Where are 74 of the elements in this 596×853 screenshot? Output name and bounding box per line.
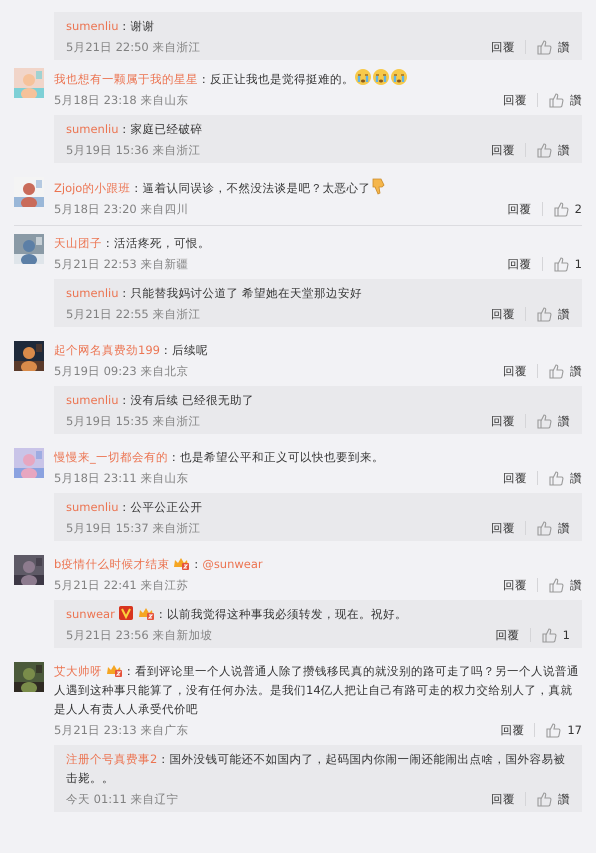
reply-button[interactable]: 回覆 [491, 789, 515, 809]
thumbs-up-icon [548, 92, 564, 108]
reply-button[interactable]: 回覆 [503, 468, 527, 488]
like-button[interactable]: 讚 [536, 140, 570, 160]
reply-button[interactable]: 回覆 [491, 37, 515, 57]
like-button[interactable]: 讚 [536, 518, 570, 538]
thumbs-up-icon [548, 363, 564, 379]
comment-text: 起个网名真费劲199：后续呢 [54, 342, 209, 359]
timestamp: 5月18日 23:18 来自山东 [54, 92, 188, 109]
timestamp: 5月19日 15:36 来自浙江 [66, 142, 200, 159]
timestamp: 5月21日 23:56 来自新加坡 [66, 627, 212, 644]
timestamp: 5月18日 23:11 来自山东 [54, 470, 188, 487]
thumbs-up-icon [536, 306, 552, 322]
like-button[interactable]: 讚 [548, 90, 582, 110]
like-button[interactable]: 讚 [536, 411, 570, 431]
like-button[interactable]: 1 [540, 625, 570, 645]
comment-text: Zjojo的小跟班：逼着认同误诊，不然没法谈是吧？太恶心了 [54, 177, 582, 198]
like-button[interactable]: 1 [552, 254, 582, 274]
comment-text: sumenliu：谢谢 [66, 18, 156, 35]
comment-text: 天山团子：活活疼死，可恨。 [54, 235, 211, 252]
comment-text: 慢慢来_一切都会有的：也是希望公平和正义可以快也要到来。 [54, 449, 385, 466]
timestamp: 5月19日 15:35 来自浙江 [66, 413, 200, 430]
like-button[interactable]: 讚 [548, 468, 582, 488]
like-button[interactable]: 讚 [536, 304, 570, 324]
timestamp: 今天 01:11 来自辽宁 [66, 791, 178, 808]
timestamp: 5月18日 23:20 来自四川 [54, 201, 188, 218]
like-button[interactable]: 讚 [548, 575, 582, 595]
crying-emoji-icon [390, 68, 408, 86]
comment-text: 注册个号真费事2：国外没钱可能还不如国内了，起码国内你闹一闹还能闹出点啥，国外容易被击毙。。 [66, 751, 566, 787]
thumbs-up-icon [540, 627, 557, 643]
thumbs-up-icon [552, 201, 569, 217]
reply-button[interactable]: 回覆 [508, 254, 532, 274]
thumbs-up-icon [536, 142, 552, 158]
thumbs-up-icon [545, 722, 562, 738]
reply-button[interactable]: 回覆 [491, 304, 515, 324]
comment-text: 艾大帅呀 ：看到评论里一个人说普通人除了攒钱移民真的就没别的路可走了吗？另一个人说普通人遇到这种事只能算了，没有任何办法。是我们14亿人把让自己有路可走的权力交给别人了，真就是人人有责人人承受代价吧 [54, 662, 580, 718]
thumbs-up-icon [536, 791, 552, 807]
comment-text: sumenliu：公平公正公开 [66, 499, 204, 516]
timestamp: 5月19日 15:37 来自浙江 [66, 520, 200, 537]
crying-emoji-icon [354, 68, 372, 86]
reply-button[interactable]: 回覆 [508, 199, 532, 219]
timestamp: 5月21日 22:50 来自浙江 [66, 39, 200, 56]
like-button[interactable]: 2 [552, 199, 582, 219]
comment-text: sunwear ：以前我觉得这种事我必须转发，现在。祝好。 [66, 605, 408, 623]
timestamp: 5月21日 22:41 来自江苏 [54, 577, 188, 594]
thumbs-up-icon [536, 520, 552, 536]
like-button[interactable]: 讚 [536, 789, 570, 809]
crying-emoji-icon [372, 68, 390, 86]
reply-button[interactable]: 回覆 [491, 140, 515, 160]
comment-text: 我也想有一颗属于我的星星：反正让我也是觉得挺难的。 [54, 68, 582, 89]
reply-button[interactable]: 回覆 [503, 361, 527, 381]
thumbs-up-icon [536, 39, 552, 55]
thumbs-up-icon [548, 577, 564, 593]
like-button[interactable]: 17 [545, 720, 582, 740]
reply-button[interactable]: 回覆 [503, 575, 527, 595]
reply-button[interactable]: 回覆 [491, 518, 515, 538]
thumbs-up-icon [552, 256, 569, 272]
timestamp: 5月19日 09:23 来自北京 [54, 363, 188, 380]
verified-badge-icon [118, 605, 134, 621]
reply-button[interactable]: 回覆 [503, 90, 527, 110]
like-button[interactable]: 讚 [548, 361, 582, 381]
comment-text: b疫情什么时候才结束 ：@sunwear [54, 555, 264, 573]
comment-text: sumenliu：家庭已经破碎 [66, 121, 204, 138]
timestamp: 5月21日 22:55 来自浙江 [66, 306, 200, 323]
timestamp: 5月21日 23:13 来自广东 [54, 722, 188, 739]
timestamp: 5月21日 22:53 来自新疆 [54, 256, 188, 273]
comment-text: sumenliu：只能替我妈讨公道了 希望她在天堂那边安好 [66, 285, 364, 302]
reply-button[interactable]: 回覆 [500, 720, 524, 740]
reply-button[interactable]: 回覆 [496, 625, 520, 645]
like-button[interactable]: 讚 [536, 37, 570, 57]
thumbs-up-icon [536, 413, 552, 429]
reply-button[interactable]: 回覆 [491, 411, 515, 431]
comment-text: sumenliu：没有后续 已经很无助了 [66, 392, 256, 409]
thumbs-up-icon [548, 470, 564, 486]
